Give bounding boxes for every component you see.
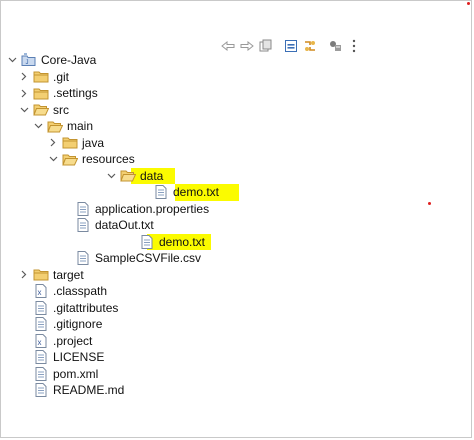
tree-item-label: src xyxy=(53,102,69,117)
project-tree: J Core-Java .git .settings src main java… xyxy=(1,52,471,399)
text-file-icon xyxy=(139,234,155,249)
tree-item-label: LICENSE xyxy=(53,350,105,365)
tree-item-label: target xyxy=(53,267,84,282)
svg-text:J: J xyxy=(26,60,29,66)
tree-item-data[interactable]: data xyxy=(1,167,471,184)
folder-icon xyxy=(33,70,49,84)
chevron-right-icon[interactable] xyxy=(18,70,30,84)
xml-file-icon: x xyxy=(33,333,49,348)
tree-item-label: .gitignore xyxy=(53,317,103,332)
file-icon xyxy=(33,317,49,332)
annotation-dot xyxy=(428,202,431,205)
open-folder-icon xyxy=(47,119,63,133)
folder-icon xyxy=(62,136,78,150)
tree-item-label: SampleCSVFile.csv xyxy=(95,251,202,266)
tree-item-label: dataOut.txt xyxy=(95,218,154,233)
file-icon xyxy=(33,300,49,315)
folder-icon xyxy=(33,268,49,282)
tree-item-label: data xyxy=(140,168,164,183)
tree-item-dataout-txt[interactable]: dataOut.txt xyxy=(1,217,471,234)
tree-item-main[interactable]: main xyxy=(1,118,471,135)
svg-text:x: x xyxy=(38,338,42,347)
chevron-down-icon[interactable] xyxy=(105,169,117,183)
tree-item-project[interactable]: x .project xyxy=(1,333,471,350)
chevron-down-icon[interactable] xyxy=(6,53,18,67)
tree-item-label: java xyxy=(82,135,105,150)
xml-file-icon: x xyxy=(33,284,49,299)
tree-item-label: resources xyxy=(82,152,135,167)
tree-item-label: README.md xyxy=(53,383,125,398)
file-icon xyxy=(33,383,49,398)
chevron-right-icon[interactable] xyxy=(18,86,30,100)
tree-item-label: demo.txt xyxy=(173,185,220,200)
tree-item-gitattributes[interactable]: .gitattributes xyxy=(1,300,471,317)
chevron-right-icon[interactable] xyxy=(18,268,30,282)
tree-item-core-java[interactable]: J Core-Java xyxy=(1,52,471,69)
tree-item-license[interactable]: LICENSE xyxy=(1,349,471,366)
tree-item-readme-md[interactable]: README.md xyxy=(1,382,471,399)
open-folder-icon xyxy=(62,152,78,166)
chevron-down-icon[interactable] xyxy=(32,119,44,133)
tree-item-application-properties[interactable]: application.properties xyxy=(1,201,471,218)
tree-item-label: .classpath xyxy=(53,284,108,299)
tree-item-classpath[interactable]: x .classpath xyxy=(1,283,471,300)
open-folder-icon xyxy=(120,169,136,183)
tree-item-samplecsvfile-csv[interactable]: SampleCSVFile.csv xyxy=(1,250,471,267)
file-icon xyxy=(33,350,49,365)
tree-item-java[interactable]: java xyxy=(1,135,471,152)
tree-item-src[interactable]: src xyxy=(1,102,471,119)
tree-item-pom-xml[interactable]: pom.xml xyxy=(1,366,471,383)
tree-item-label: pom.xml xyxy=(53,366,99,381)
project-explorer-panel: J Core-Java .git .settings src main java… xyxy=(0,0,472,438)
tree-item-gitignore[interactable]: .gitignore xyxy=(1,316,471,333)
tree-item-label: Core-Java xyxy=(41,53,97,68)
svg-text:x: x xyxy=(38,288,42,297)
tree-item-label: .gitattributes xyxy=(53,300,119,315)
file-icon xyxy=(75,201,91,216)
tree-item-label: .project xyxy=(53,333,93,348)
tree-item-git[interactable]: .git xyxy=(1,69,471,86)
tree-item-resources[interactable]: resources xyxy=(1,151,471,168)
chevron-down-icon[interactable] xyxy=(47,152,59,166)
chevron-down-icon[interactable] xyxy=(18,103,30,117)
folder-icon xyxy=(33,86,49,100)
tree-item-label: .settings xyxy=(53,86,98,101)
xml-file-icon xyxy=(33,366,49,381)
chevron-right-icon[interactable] xyxy=(47,136,59,150)
tree-item-demo-txt-data[interactable]: demo.txt xyxy=(1,184,471,201)
file-icon xyxy=(75,251,91,266)
text-file-icon xyxy=(153,185,169,200)
text-file-icon xyxy=(75,218,91,233)
tree-item-target[interactable]: target xyxy=(1,267,471,284)
tree-item-demo-txt[interactable]: demo.txt xyxy=(1,233,471,250)
tree-item-label: .git xyxy=(53,69,70,84)
annotation-dot xyxy=(467,2,470,5)
tree-item-label: application.properties xyxy=(95,201,210,216)
tree-item-label: demo.txt xyxy=(159,234,206,249)
open-folder-icon xyxy=(33,103,49,117)
tree-item-settings[interactable]: .settings xyxy=(1,85,471,102)
java-project-icon: J xyxy=(21,53,37,67)
tree-item-label: main xyxy=(67,119,94,134)
